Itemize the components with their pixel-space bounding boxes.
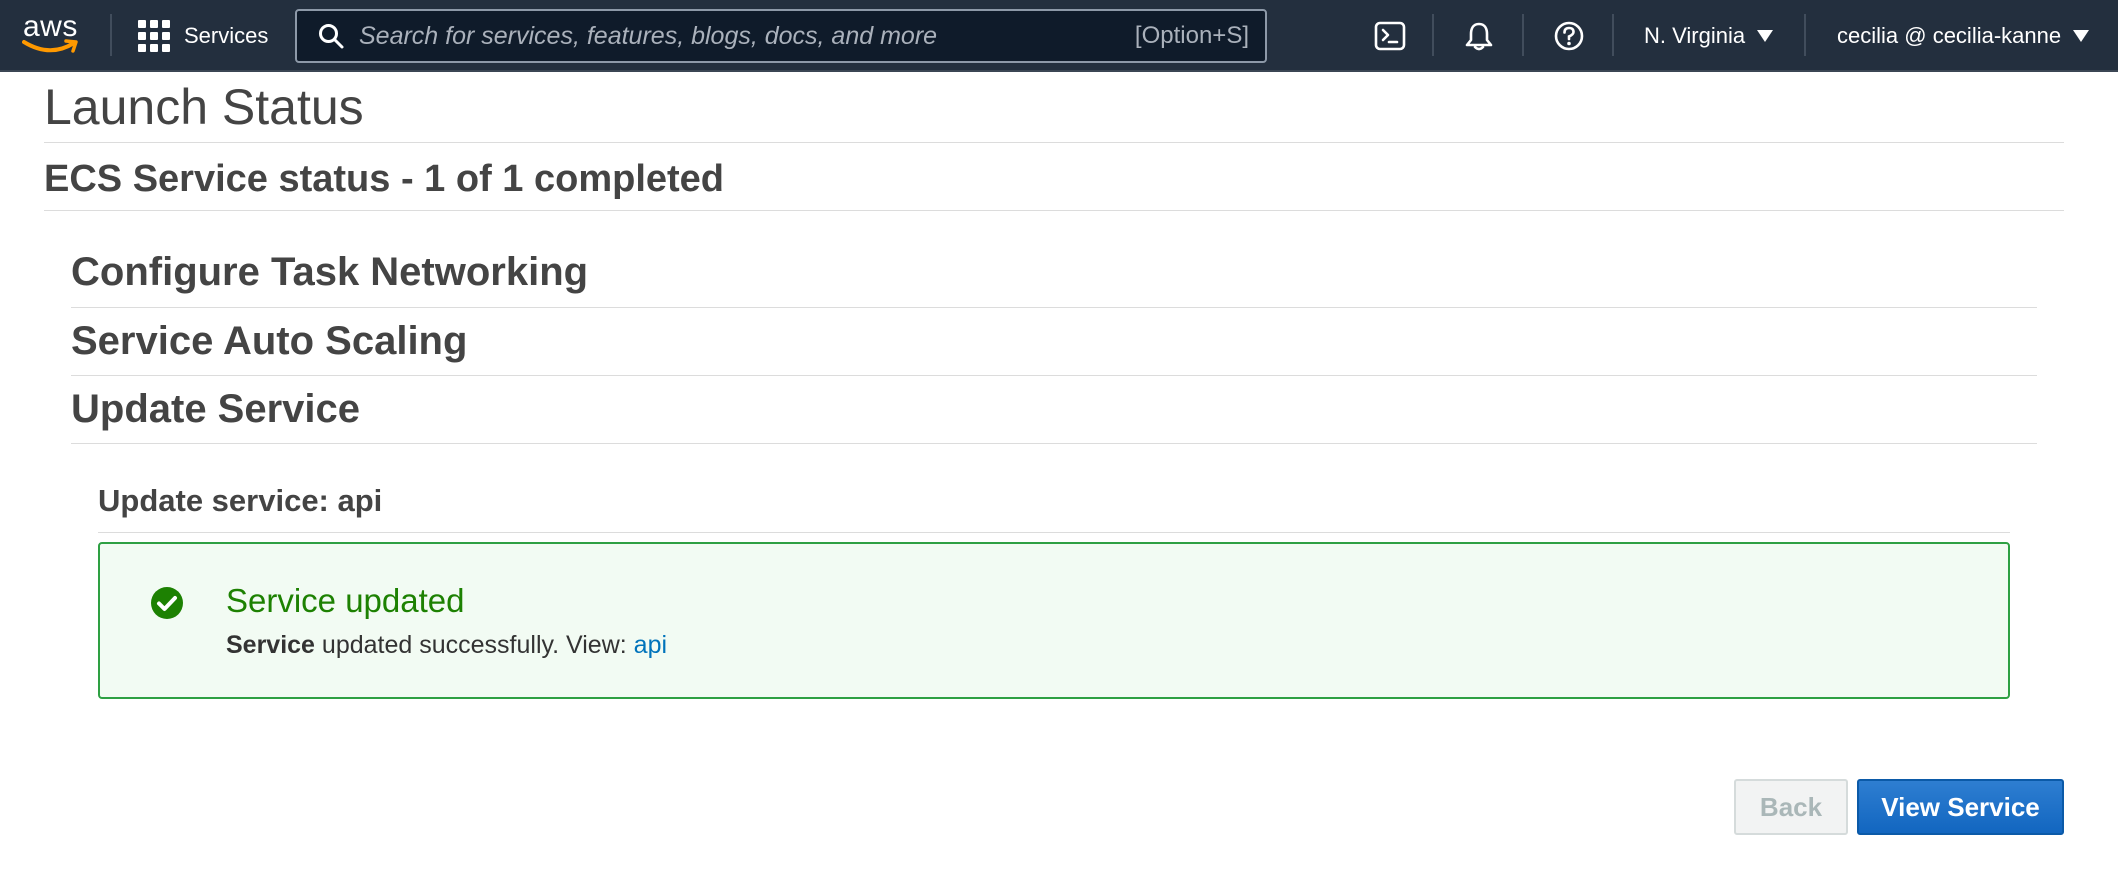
account-label: cecilia @ cecilia-kanne [1837,23,2062,48]
services-menu-button[interactable]: Services [138,16,268,56]
help-icon [1554,21,1584,51]
nav-divider [1612,14,1614,56]
search-shortcut-hint: [Option+S] [1134,22,1249,49]
caret-down-icon [1757,30,1774,42]
divider [71,375,2037,376]
aws-logo[interactable]: aws [22,10,80,56]
account-menu[interactable]: cecilia @ cecilia-kanne [1837,20,2090,52]
aws-smile-icon [22,39,78,53]
cloudshell-button[interactable] [1372,18,1408,54]
alert-message: Service updated successfully. View: api [226,631,667,660]
divider [71,307,2037,308]
search-icon [319,24,344,49]
region-label: N. Virginia [1644,23,1746,48]
status-heading: ECS Service status - 1 of 1 completed [44,158,725,200]
region-selector[interactable]: N. Virginia [1644,20,1774,52]
back-button[interactable]: Back [1734,779,1848,835]
grid-icon [138,20,170,52]
view-service-button[interactable]: View Service [1857,779,2064,835]
divider [44,210,2064,211]
search-input[interactable] [359,21,1135,51]
nav-divider [1522,14,1524,56]
nav-divider [1432,14,1434,56]
success-alert: Service updated Service updated successf… [98,542,2010,699]
check-circle-icon [151,587,183,619]
divider [98,532,2010,533]
nav-divider [1804,14,1806,56]
step-configure-task-networking: Configure Task Networking [71,250,589,294]
service-api-link[interactable]: api [634,631,667,659]
search-bar[interactable]: [Option+S] [295,9,1267,63]
top-navigation-bar: aws Services [Option+S] [0,0,2118,72]
notifications-button[interactable] [1461,18,1497,54]
cloudshell-icon [1374,21,1406,51]
alert-message-text: updated successfully. View: [314,631,634,659]
help-button[interactable] [1551,18,1587,54]
divider [71,443,2037,444]
bell-icon [1465,22,1493,51]
services-label: Services [184,23,269,48]
update-service-heading: Update service: api [98,483,383,518]
step-service-auto-scaling: Service Auto Scaling [71,319,468,363]
caret-down-icon [2073,30,2090,42]
alert-title: Service updated [226,582,465,619]
nav-divider [110,14,112,56]
page-title: Launch Status [44,79,364,135]
divider [44,142,2064,143]
alert-message-bold: Service [226,631,315,659]
step-update-service: Update Service [71,387,361,431]
